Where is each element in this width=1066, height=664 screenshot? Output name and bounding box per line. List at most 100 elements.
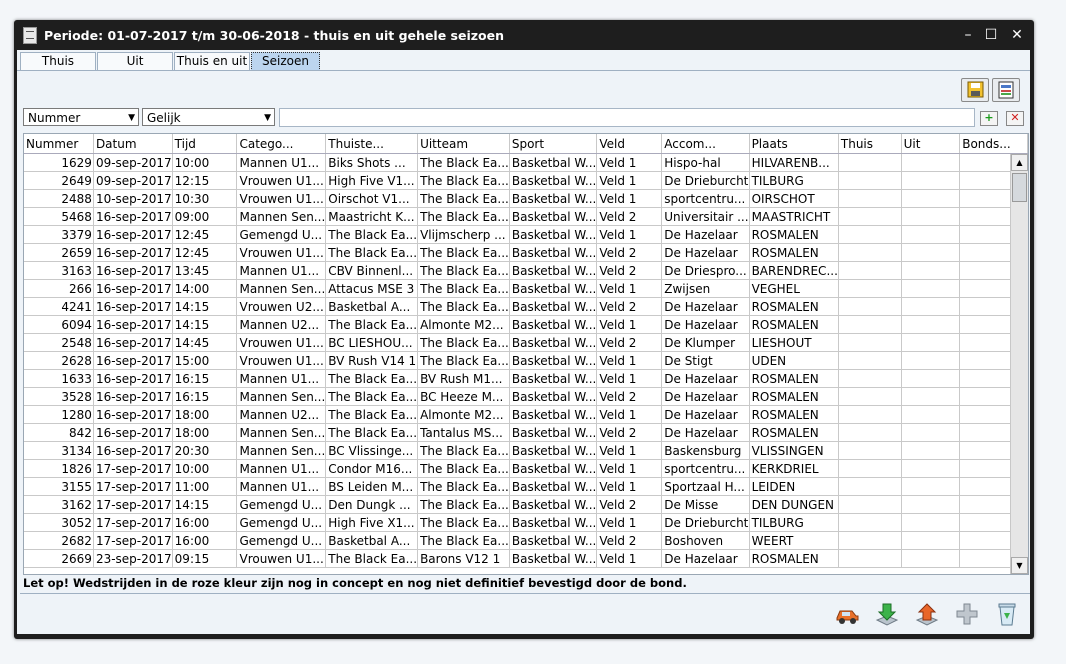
table-cell: 16-sep-2017 bbox=[93, 369, 173, 388]
scroll-up-icon[interactable]: ▲ bbox=[1011, 154, 1028, 171]
column-header[interactable]: Uitteam bbox=[417, 134, 510, 154]
table-cell bbox=[838, 189, 902, 208]
table-cell: De Hazelaar bbox=[661, 549, 750, 568]
table-cell: De Klumper bbox=[661, 333, 750, 352]
column-header[interactable]: Plaats bbox=[749, 134, 839, 154]
table-cell: BS Leiden M... bbox=[325, 477, 419, 496]
table-cell: Veld 2 bbox=[596, 495, 663, 514]
table-cell: The Black Ea... bbox=[417, 459, 510, 478]
car-icon[interactable] bbox=[833, 600, 861, 628]
scroll-thumb[interactable] bbox=[1012, 173, 1027, 202]
table-row[interactable]: 2548 16-sep-2017 14:45 Vrouwen U1... BC LIES… bbox=[24, 333, 1028, 352]
table-cell: 23-sep-2017 bbox=[93, 549, 173, 568]
column-header[interactable]: Thuis bbox=[838, 134, 902, 154]
table-cell: De Stigt bbox=[661, 351, 750, 370]
table-cell: De Drieburcht bbox=[661, 171, 750, 190]
table-cell: Basketbal W... bbox=[509, 261, 598, 280]
column-header[interactable]: Uit bbox=[901, 134, 961, 154]
filter-value-input[interactable] bbox=[279, 108, 975, 127]
table-cell: Mannen U2... bbox=[236, 315, 327, 334]
table-cell bbox=[901, 297, 961, 316]
table-cell: Basketbal W... bbox=[509, 495, 598, 514]
table-cell: 09:15 bbox=[172, 549, 238, 568]
table-cell: ROSMALEN bbox=[749, 549, 839, 568]
table-row[interactable]: 1826 17-sep-2017 10:00 Mannen U1... Condor M… bbox=[24, 459, 1028, 478]
table-cell: UDEN bbox=[749, 351, 839, 370]
table-row[interactable]: 3052 17-sep-2017 16:00 Gemengd U... High Fiv… bbox=[24, 513, 1028, 532]
column-header[interactable]: Thuiste... bbox=[325, 134, 419, 154]
filter-operator-value: Gelijk bbox=[147, 111, 181, 125]
table-cell: Mannen Sen... bbox=[236, 279, 327, 298]
close-button[interactable]: ✕ bbox=[1006, 24, 1028, 46]
add-filter-button[interactable]: + bbox=[980, 111, 998, 126]
table-row[interactable]: 3162 17-sep-2017 14:15 Gemengd U... Den Dung… bbox=[24, 495, 1028, 514]
table-cell: Veld 1 bbox=[596, 477, 663, 496]
column-header[interactable]: Datum bbox=[93, 134, 173, 154]
table-row[interactable]: 3134 16-sep-2017 20:30 Mannen Sen... BC Vlis… bbox=[24, 441, 1028, 460]
column-header[interactable]: Tijd bbox=[172, 134, 238, 154]
download-icon[interactable] bbox=[873, 600, 901, 628]
table-cell: 2628 bbox=[24, 351, 94, 370]
column-header[interactable]: Sport bbox=[509, 134, 598, 154]
add-icon[interactable] bbox=[953, 600, 981, 628]
table-cell: The Black Ea... bbox=[325, 549, 419, 568]
table-row[interactable]: 2488 10-sep-2017 10:30 Vrouwen U1... Oirscho… bbox=[24, 189, 1028, 208]
table-row[interactable]: 266 16-sep-2017 14:00 Mannen Sen... Attacus … bbox=[24, 279, 1028, 298]
table-cell: Mannen U1... bbox=[236, 261, 327, 280]
column-header[interactable]: Bonds... bbox=[959, 134, 1028, 154]
table-row[interactable]: 1280 16-sep-2017 18:00 Mannen U2... The Blac… bbox=[24, 405, 1028, 424]
minimize-button[interactable]: – bbox=[957, 24, 979, 46]
table-row[interactable]: 3379 16-sep-2017 12:45 Gemengd U... The Blac… bbox=[24, 225, 1028, 244]
maximize-button[interactable]: ☐ bbox=[980, 24, 1002, 46]
upload-icon[interactable] bbox=[913, 600, 941, 628]
column-header[interactable]: Accom... bbox=[661, 134, 750, 154]
column-header[interactable]: Catego... bbox=[236, 134, 327, 154]
tab-uit[interactable]: Uit bbox=[97, 52, 173, 71]
column-header[interactable]: Veld bbox=[596, 134, 663, 154]
table-row[interactable]: 3163 16-sep-2017 13:45 Mannen U1... CBV Binn… bbox=[24, 261, 1028, 280]
table-cell: Hispo-hal bbox=[661, 153, 750, 172]
table-cell: 16-sep-2017 bbox=[93, 261, 173, 280]
table-row[interactable]: 2628 16-sep-2017 15:00 Vrouwen U1... BV Rush… bbox=[24, 351, 1028, 370]
export-icon bbox=[998, 81, 1014, 99]
table-row[interactable]: 1633 16-sep-2017 16:15 Mannen U1... The Blac… bbox=[24, 369, 1028, 388]
export-button[interactable] bbox=[992, 78, 1020, 102]
tab-divider bbox=[17, 70, 1030, 71]
table-cell bbox=[838, 369, 902, 388]
table-cell bbox=[838, 387, 902, 406]
table-cell: 1826 bbox=[24, 459, 94, 478]
table-row[interactable]: 842 16-sep-2017 18:00 Mannen Sen... The Blac… bbox=[24, 423, 1028, 442]
scroll-down-icon[interactable]: ▼ bbox=[1011, 557, 1028, 574]
table-cell: Almonte M2... bbox=[417, 315, 510, 334]
remove-filter-button[interactable]: ✕ bbox=[1006, 111, 1024, 126]
table-row[interactable]: 1629 09-sep-2017 10:00 Mannen U1... Biks Sho… bbox=[24, 153, 1028, 172]
table-row[interactable]: 3528 16-sep-2017 16:15 Mannen Sen... The Bla… bbox=[24, 387, 1028, 406]
table-row[interactable]: 2649 09-sep-2017 12:15 Vrouwen U1... High Fi… bbox=[24, 171, 1028, 190]
table-cell: Vrouwen U1... bbox=[236, 243, 327, 262]
table-row[interactable]: 2682 17-sep-2017 16:00 Gemengd U... Basketba… bbox=[24, 531, 1028, 550]
table-cell bbox=[901, 207, 961, 226]
table-cell: 12:45 bbox=[172, 243, 238, 262]
table-cell: Veld 1 bbox=[596, 459, 663, 478]
filter-field-select[interactable]: Nummer ▼ bbox=[23, 108, 139, 126]
save-button[interactable] bbox=[961, 78, 989, 102]
table-row[interactable]: 6094 16-sep-2017 14:15 Mannen U2... The Blac… bbox=[24, 315, 1028, 334]
table-cell bbox=[901, 333, 961, 352]
table-row[interactable]: 2669 23-sep-2017 09:15 Vrouwen U1... The Bla… bbox=[24, 549, 1028, 568]
column-header[interactable]: Nummer bbox=[24, 134, 94, 154]
filter-operator-select[interactable]: Gelijk ▼ bbox=[142, 108, 275, 126]
tab-seizoen[interactable]: Seizoen bbox=[251, 52, 320, 71]
table-cell: 16-sep-2017 bbox=[93, 441, 173, 460]
table-cell: Veld 1 bbox=[596, 315, 663, 334]
table-row[interactable]: 2659 16-sep-2017 12:45 Vrouwen U1... The Bla… bbox=[24, 243, 1028, 262]
matches-table: Nummer Datum Tijd Catego... Thuiste... Uittea… bbox=[23, 133, 1029, 575]
table-row[interactable]: 3155 17-sep-2017 11:00 Mannen U1... BS Leide… bbox=[24, 477, 1028, 496]
vertical-scrollbar[interactable]: ▲ ▼ bbox=[1010, 154, 1028, 574]
table-row[interactable]: 4241 16-sep-2017 14:15 Vrouwen U2... Basketb… bbox=[24, 297, 1028, 316]
table-row[interactable]: 5468 16-sep-2017 09:00 Mannen Sen... Maastri… bbox=[24, 207, 1028, 226]
table-cell bbox=[901, 459, 961, 478]
trash-icon[interactable] bbox=[993, 600, 1021, 628]
tab-thuis-en-uit[interactable]: Thuis en uit bbox=[174, 52, 250, 71]
tab-thuis[interactable]: Thuis bbox=[20, 52, 96, 71]
table-cell: Mannen Sen... bbox=[236, 387, 327, 406]
